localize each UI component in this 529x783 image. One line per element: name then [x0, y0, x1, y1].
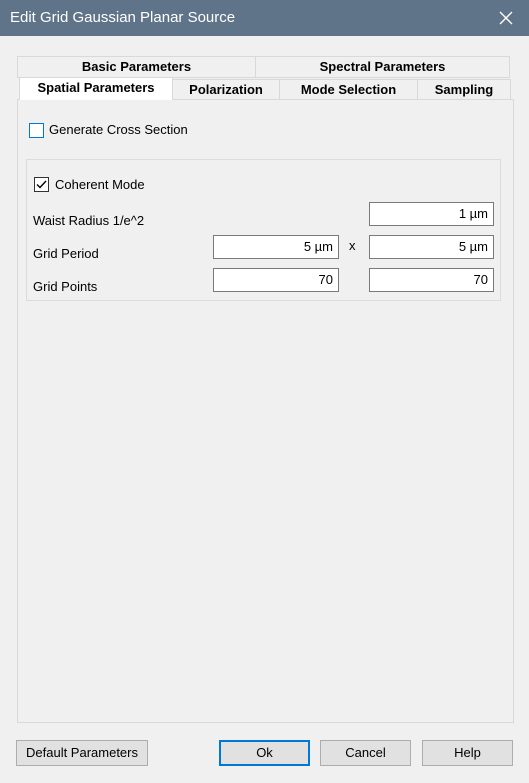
tab-label: Spectral Parameters	[319, 59, 446, 74]
tab-label: Spatial Parameters	[37, 80, 155, 95]
generate-cross-section-checkbox[interactable]	[29, 123, 44, 138]
close-button[interactable]	[483, 0, 529, 36]
tab-spectral-parameters[interactable]: Spectral Parameters	[255, 56, 510, 78]
grid-points-label: Grid Points	[33, 279, 98, 294]
ok-button[interactable]: Ok	[219, 740, 310, 766]
cancel-button[interactable]: Cancel	[320, 740, 411, 766]
coherent-mode-checkbox[interactable]	[34, 177, 49, 192]
waist-radius-label: Waist Radius 1/e^2	[33, 213, 145, 228]
tab-mode-selection[interactable]: Mode Selection	[279, 79, 418, 100]
grid-period-y-input[interactable]: 5 µm	[369, 235, 494, 259]
tab-sampling[interactable]: Sampling	[417, 79, 511, 100]
generate-cross-section-label: Generate Cross Section	[49, 122, 188, 137]
help-button[interactable]: Help	[422, 740, 513, 766]
tab-spatial-parameters[interactable]: Spatial Parameters	[19, 77, 173, 100]
close-icon	[499, 11, 513, 25]
checkmark-icon	[36, 180, 47, 189]
grid-period-x-input[interactable]: 5 µm	[213, 235, 339, 259]
grid-points-y-input[interactable]: 70	[369, 268, 494, 292]
tab-label: Basic Parameters	[81, 59, 192, 74]
default-parameters-button[interactable]: Default Parameters	[16, 740, 148, 766]
grid-period-separator: x	[349, 238, 356, 253]
title-bar: Edit Grid Gaussian Planar Source	[0, 0, 529, 36]
tab-label: Polarization	[189, 82, 263, 97]
waist-radius-input[interactable]: 1 µm	[369, 202, 494, 226]
grid-points-x-input[interactable]: 70	[213, 268, 339, 292]
tab-polarization[interactable]: Polarization	[172, 79, 280, 100]
coherent-mode-label: Coherent Mode	[55, 177, 145, 192]
grid-period-label: Grid Period	[33, 246, 99, 261]
tab-label: Mode Selection	[300, 82, 397, 97]
window-title: Edit Grid Gaussian Planar Source	[10, 9, 236, 26]
tab-basic-parameters[interactable]: Basic Parameters	[17, 56, 256, 78]
tab-label: Sampling	[434, 82, 494, 97]
